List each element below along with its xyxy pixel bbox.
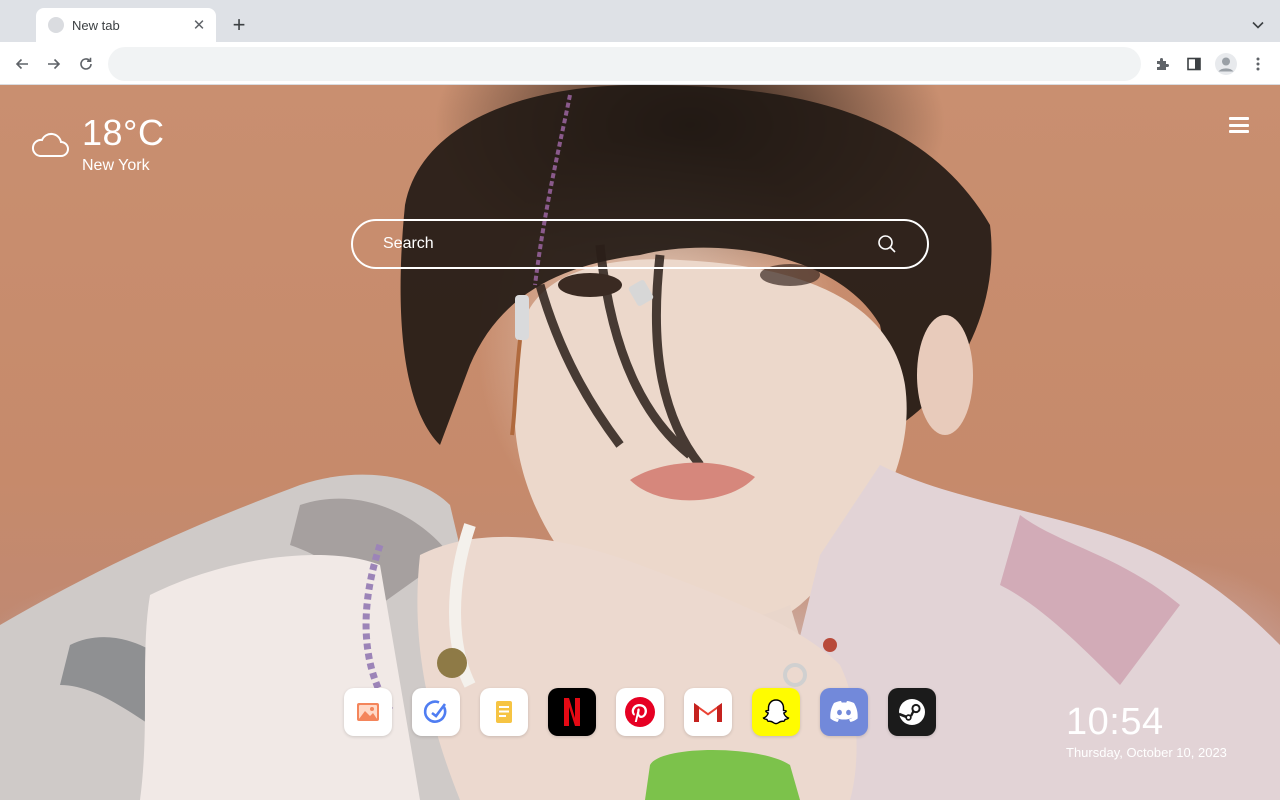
notepad-icon	[496, 701, 512, 723]
netflix-app[interactable]	[548, 688, 596, 736]
address-bar[interactable]	[108, 47, 1141, 81]
tab-title: New tab	[72, 17, 120, 33]
browser-menu-kebab-icon[interactable]	[1244, 50, 1272, 78]
clock-time: 10:54	[1066, 701, 1164, 743]
gmail-app[interactable]	[684, 688, 732, 736]
menu-line	[1229, 123, 1249, 127]
tab-search-chevron-icon[interactable]	[1246, 13, 1270, 37]
photos-app[interactable]	[344, 688, 392, 736]
clock-widget: 10:54 Thursday, October 10, 2023	[1066, 700, 1227, 762]
cloud-icon	[31, 132, 69, 157]
tab-close-icon[interactable]: ✕	[190, 16, 208, 34]
snapchat-icon	[762, 699, 790, 725]
reload-icon[interactable]	[72, 50, 100, 78]
weather-city: New York	[82, 157, 150, 174]
netflix-icon	[564, 698, 580, 726]
new-tab-page: 18°C New York Search 10:54 Thursday, Oct…	[0, 85, 1280, 800]
tasks-app[interactable]	[412, 688, 460, 736]
weather-temperature: 18°C	[82, 112, 165, 153]
profile-avatar-icon[interactable]	[1212, 50, 1240, 78]
new-tab-button[interactable]: +	[227, 13, 251, 37]
check-circle-icon	[423, 700, 447, 723]
discord-app[interactable]	[820, 688, 868, 736]
notes-app[interactable]	[480, 688, 528, 736]
weather-text: 18°C New York	[82, 113, 164, 177]
weather-widget[interactable]: 18°C New York	[30, 113, 164, 177]
pinterest-app[interactable]	[616, 688, 664, 736]
clock-date: Thursday, October 10, 2023	[1066, 745, 1227, 760]
pinterest-icon	[625, 697, 655, 727]
image-icon	[357, 703, 379, 721]
tab-strip: New tab ✕ +	[0, 0, 1280, 42]
snapchat-app[interactable]	[752, 688, 800, 736]
browser-tab[interactable]: New tab ✕	[36, 8, 216, 42]
hamburger-menu-icon[interactable]	[1229, 116, 1249, 134]
menu-line	[1229, 130, 1249, 133]
browser-toolbar	[0, 42, 1280, 85]
extensions-puzzle-icon[interactable]	[1148, 50, 1176, 78]
app-shortcuts-dock	[344, 688, 936, 736]
search-box[interactable]	[351, 219, 929, 269]
gmail-icon	[694, 703, 722, 722]
side-panel-icon[interactable]	[1180, 50, 1208, 78]
forward-arrow-icon[interactable]	[40, 50, 68, 78]
search-input[interactable]	[383, 235, 877, 253]
tab-favicon-icon	[48, 17, 64, 33]
steam-icon	[898, 699, 925, 725]
discord-icon	[830, 701, 858, 722]
back-arrow-icon[interactable]	[8, 50, 36, 78]
search-icon[interactable]	[877, 234, 897, 254]
steam-app[interactable]	[888, 688, 936, 736]
menu-line	[1229, 117, 1249, 120]
address-input[interactable]	[124, 56, 1125, 72]
